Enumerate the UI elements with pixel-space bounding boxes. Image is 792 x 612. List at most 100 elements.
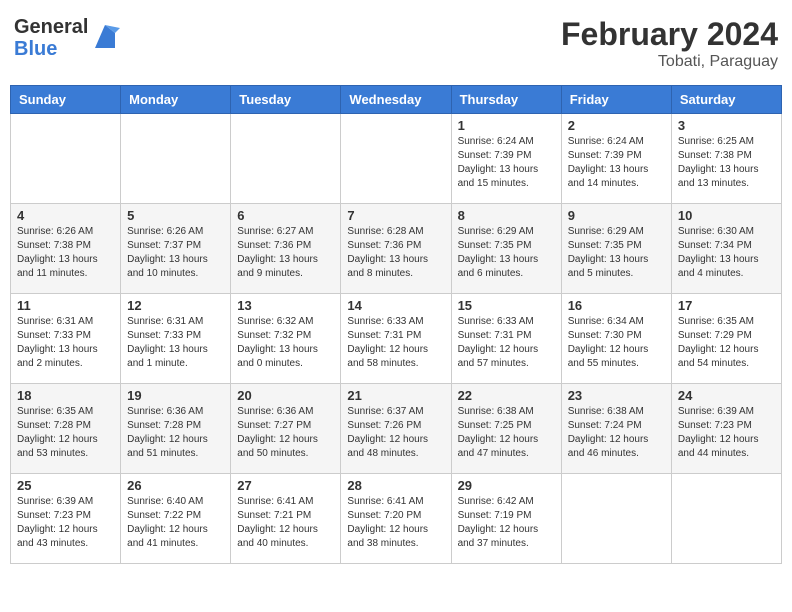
day-number: 24 (678, 388, 775, 403)
col-friday: Friday (561, 86, 671, 114)
day-number: 17 (678, 298, 775, 313)
calendar-cell: 10Sunrise: 6:30 AM Sunset: 7:34 PM Dayli… (671, 204, 781, 294)
calendar-cell: 17 Sunrise: 6:35 AM Sunset: 7:29 PM Dayli… (671, 294, 781, 384)
day-number: 22 (458, 388, 555, 403)
day-number: 9 (568, 208, 665, 223)
day-info: Sunrise: 6:38 AM Sunset: 7:24 PM Dayligh… (568, 405, 665, 461)
day-number: 13 (237, 298, 334, 313)
calendar-week-4: 18 Sunrise: 6:35 AM Sunset: 7:28 PM Dayli… (11, 384, 782, 474)
day-number: 4 (17, 208, 114, 223)
calendar-cell: 24 Sunrise: 6:39 AM Sunset: 7:23 PM Dayli… (671, 384, 781, 474)
day-number: 25 (17, 478, 114, 493)
calendar-cell: 15Sunrise: 6:33 AM Sunset: 7:31 PM Dayli… (451, 294, 561, 384)
calendar-cell: 4 Sunrise: 6:26 AM Sunset: 7:38 PM Daylig… (11, 204, 121, 294)
calendar-cell (671, 474, 781, 564)
day-number: 19 (127, 388, 224, 403)
day-info: Sunrise: 6:29 AM Sunset: 7:35 PM Dayligh… (568, 225, 665, 281)
day-info: Sunrise: 6:41 AM Sunset: 7:21 PM Dayligh… (237, 495, 334, 551)
calendar-cell: 8 Sunrise: 6:29 AM Sunset: 7:35 PM Daylig… (451, 204, 561, 294)
calendar-cell: 1 Sunrise: 6:24 AM Sunset: 7:39 PM Daylig… (451, 114, 561, 204)
calendar-cell: 2 Sunrise: 6:24 AM Sunset: 7:39 PM Daylig… (561, 114, 671, 204)
day-number: 8 (458, 208, 555, 223)
day-number: 7 (347, 208, 444, 223)
day-number: 5 (127, 208, 224, 223)
day-info: Sunrise: 6:28 AM Sunset: 7:36 PM Dayligh… (347, 225, 444, 281)
day-info: Sunrise: 6:41 AM Sunset: 7:20 PM Dayligh… (347, 495, 444, 551)
day-info: Sunrise: 6:24 AM Sunset: 7:39 PM Dayligh… (568, 135, 665, 191)
day-info: Sunrise: 6:30 AM Sunset: 7:34 PM Dayligh… (678, 225, 775, 281)
day-number: 28 (347, 478, 444, 493)
location-title: Tobati, Paraguay (561, 53, 778, 71)
day-number: 6 (237, 208, 334, 223)
day-info: Sunrise: 6:36 AM Sunset: 7:27 PM Dayligh… (237, 405, 334, 461)
day-number: 15 (458, 298, 555, 313)
calendar-cell: 23 Sunrise: 6:38 AM Sunset: 7:24 PM Dayli… (561, 384, 671, 474)
calendar-cell (561, 474, 671, 564)
calendar-cell: 27 Sunrise: 6:41 AM Sunset: 7:21 PM Dayli… (231, 474, 341, 564)
title-area: February 2024 Tobati, Paraguay (561, 16, 778, 71)
day-info: Sunrise: 6:33 AM Sunset: 7:31 PM Dayligh… (347, 315, 444, 371)
logo-blue-text: Blue (14, 38, 88, 60)
col-wednesday: Wednesday (341, 86, 451, 114)
day-number: 2 (568, 118, 665, 133)
col-saturday: Saturday (671, 86, 781, 114)
day-info: Sunrise: 6:32 AM Sunset: 7:32 PM Dayligh… (237, 315, 334, 371)
day-info: Sunrise: 6:35 AM Sunset: 7:28 PM Dayligh… (17, 405, 114, 461)
calendar-week-5: 25 Sunrise: 6:39 AM Sunset: 7:23 PM Dayli… (11, 474, 782, 564)
calendar-cell: 19 Sunrise: 6:36 AM Sunset: 7:28 PM Dayli… (121, 384, 231, 474)
day-number: 3 (678, 118, 775, 133)
calendar-cell: 18 Sunrise: 6:35 AM Sunset: 7:28 PM Dayli… (11, 384, 121, 474)
day-info: Sunrise: 6:42 AM Sunset: 7:19 PM Dayligh… (458, 495, 555, 551)
calendar-cell: 6 Sunrise: 6:27 AM Sunset: 7:36 PM Daylig… (231, 204, 341, 294)
day-info: Sunrise: 6:29 AM Sunset: 7:35 PM Dayligh… (458, 225, 555, 281)
day-info: Sunrise: 6:39 AM Sunset: 7:23 PM Dayligh… (678, 405, 775, 461)
day-number: 21 (347, 388, 444, 403)
calendar-cell: 14 Sunrise: 6:33 AM Sunset: 7:31 PM Dayli… (341, 294, 451, 384)
day-info: Sunrise: 6:38 AM Sunset: 7:25 PM Dayligh… (458, 405, 555, 461)
calendar-cell: 9 Sunrise: 6:29 AM Sunset: 7:35 PM Daylig… (561, 204, 671, 294)
calendar-week-3: 11 Sunrise: 6:31 AM Sunset: 7:33 PM Dayli… (11, 294, 782, 384)
col-monday: Monday (121, 86, 231, 114)
day-info: Sunrise: 6:40 AM Sunset: 7:22 PM Dayligh… (127, 495, 224, 551)
day-info: Sunrise: 6:34 AM Sunset: 7:30 PM Dayligh… (568, 315, 665, 371)
logo-general-text: General (14, 16, 88, 38)
day-info: Sunrise: 6:26 AM Sunset: 7:37 PM Dayligh… (127, 225, 224, 281)
month-title: February 2024 (561, 16, 778, 53)
day-info: Sunrise: 6:39 AM Sunset: 7:23 PM Dayligh… (17, 495, 114, 551)
day-number: 1 (458, 118, 555, 133)
calendar-cell: 3 Sunrise: 6:25 AM Sunset: 7:38 PM Daylig… (671, 114, 781, 204)
calendar-cell: 7 Sunrise: 6:28 AM Sunset: 7:36 PM Daylig… (341, 204, 451, 294)
col-tuesday: Tuesday (231, 86, 341, 114)
day-number: 18 (17, 388, 114, 403)
calendar-table: Sunday Monday Tuesday Wednesday Thursday… (10, 85, 782, 564)
day-number: 23 (568, 388, 665, 403)
day-info: Sunrise: 6:25 AM Sunset: 7:38 PM Dayligh… (678, 135, 775, 191)
calendar-cell: 29 Sunrise: 6:42 AM Sunset: 7:19 PM Dayli… (451, 474, 561, 564)
day-number: 27 (237, 478, 334, 493)
day-number: 29 (458, 478, 555, 493)
day-number: 11 (17, 298, 114, 313)
calendar-cell: 13 Sunrise: 6:32 AM Sunset: 7:32 PM Dayli… (231, 294, 341, 384)
day-number: 14 (347, 298, 444, 313)
day-info: Sunrise: 6:36 AM Sunset: 7:28 PM Dayligh… (127, 405, 224, 461)
day-number: 12 (127, 298, 224, 313)
col-thursday: Thursday (451, 86, 561, 114)
day-info: Sunrise: 6:26 AM Sunset: 7:38 PM Dayligh… (17, 225, 114, 281)
calendar-cell: 12Sunrise: 6:31 AM Sunset: 7:33 PM Dayli… (121, 294, 231, 384)
calendar-cell (121, 114, 231, 204)
logo-icon (90, 23, 120, 53)
calendar-header-row: Sunday Monday Tuesday Wednesday Thursday… (11, 86, 782, 114)
day-info: Sunrise: 6:31 AM Sunset: 7:33 PM Dayligh… (17, 315, 114, 371)
calendar-week-1: 1 Sunrise: 6:24 AM Sunset: 7:39 PM Daylig… (11, 114, 782, 204)
day-info: Sunrise: 6:35 AM Sunset: 7:29 PM Dayligh… (678, 315, 775, 371)
calendar-cell: 11 Sunrise: 6:31 AM Sunset: 7:33 PM Dayli… (11, 294, 121, 384)
calendar-cell: 21 Sunrise: 6:37 AM Sunset: 7:26 PM Dayli… (341, 384, 451, 474)
day-info: Sunrise: 6:37 AM Sunset: 7:26 PM Dayligh… (347, 405, 444, 461)
day-number: 26 (127, 478, 224, 493)
calendar-week-2: 4 Sunrise: 6:26 AM Sunset: 7:38 PM Daylig… (11, 204, 782, 294)
calendar-cell: 20Sunrise: 6:36 AM Sunset: 7:27 PM Dayli… (231, 384, 341, 474)
calendar-cell (231, 114, 341, 204)
day-info: Sunrise: 6:24 AM Sunset: 7:39 PM Dayligh… (458, 135, 555, 191)
day-info: Sunrise: 6:27 AM Sunset: 7:36 PM Dayligh… (237, 225, 334, 281)
logo: General Blue (14, 16, 120, 60)
